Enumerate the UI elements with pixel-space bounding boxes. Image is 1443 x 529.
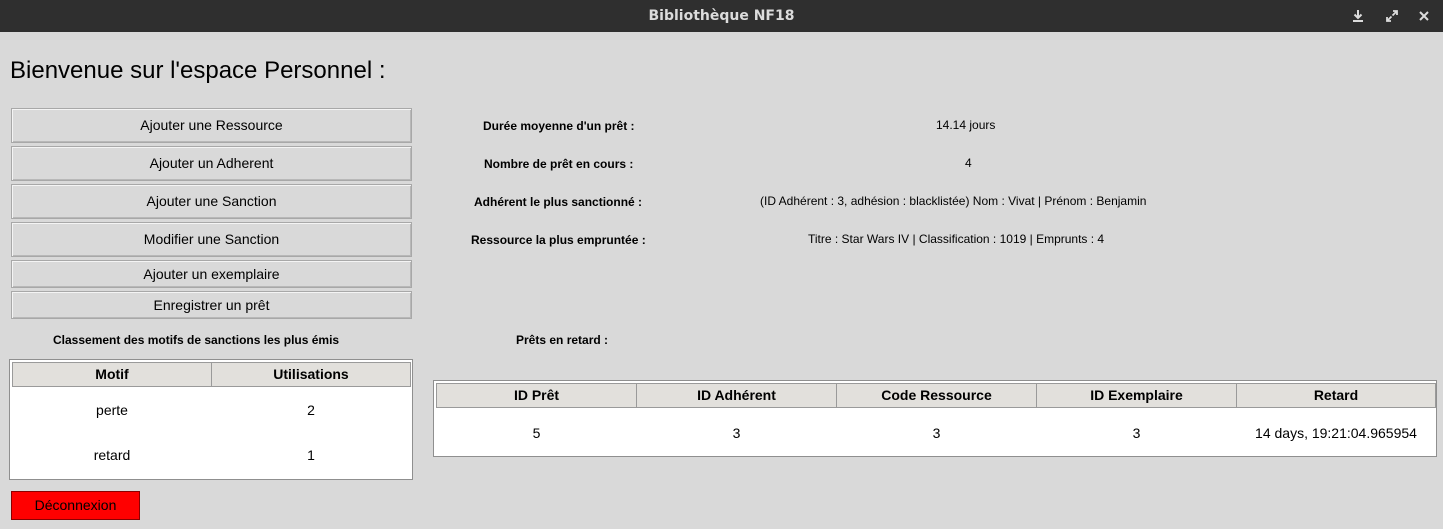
page-title: Bienvenue sur l'espace Personnel : (10, 57, 386, 84)
most-sanctioned-value: (ID Adhérent : 3, adhésion : blacklistée… (760, 194, 1147, 208)
table-cell-delay: 14 days, 19:21:04.965954 (1255, 425, 1417, 441)
table-cell-copy-id: 3 (1132, 425, 1141, 441)
avg-loan-value: 14.14 jours (936, 118, 996, 132)
window-title: Bibliothèque NF18 (648, 8, 795, 24)
window-titlebar: Bibliothèque NF18 (0, 0, 1443, 32)
add-member-button[interactable]: Ajouter un Adherent (11, 146, 412, 181)
late-loans-table: ID Prêt ID Adhérent Code Ressource ID Ex… (433, 380, 1437, 457)
column-header-delay[interactable]: Retard (1236, 383, 1436, 408)
column-header-motif[interactable]: Motif (12, 362, 212, 387)
download-icon[interactable] (1349, 7, 1367, 25)
table-cell-loan-id: 5 (532, 425, 541, 441)
table-cell-motif: retard (93, 447, 131, 463)
logout-button[interactable]: Déconnexion (11, 491, 140, 520)
column-header-resource-code[interactable]: Code Ressource (836, 383, 1037, 408)
column-header-member-id[interactable]: ID Adhérent (636, 383, 837, 408)
late-loans-title: Prêts en retard : (516, 333, 609, 347)
most-borrowed-label: Ressource la plus empruntée : (471, 233, 646, 247)
table-cell-resource-code: 3 (932, 425, 941, 441)
table-cell-utilisations: 1 (307, 447, 315, 463)
column-header-copy-id[interactable]: ID Exemplaire (1036, 383, 1237, 408)
table-cell-utilisations: 2 (307, 402, 315, 418)
edit-sanction-button[interactable]: Modifier une Sanction (11, 222, 412, 257)
add-sanction-button[interactable]: Ajouter une Sanction (11, 184, 412, 219)
ongoing-loans-value: 4 (965, 156, 972, 170)
column-header-loan-id[interactable]: ID Prêt (436, 383, 637, 408)
add-resource-button[interactable]: Ajouter une Ressource (11, 108, 412, 143)
table-cell-member-id: 3 (732, 425, 741, 441)
sanctions-ranking-title: Classement des motifs de sanctions les p… (53, 333, 340, 347)
register-loan-button[interactable]: Enregistrer un prêt (11, 291, 412, 319)
sanctions-ranking-table: Motif Utilisations perte 2 retard 1 (9, 359, 413, 480)
add-copy-button[interactable]: Ajouter un exemplaire (11, 260, 412, 288)
avg-loan-label: Durée moyenne d'un prêt : (483, 119, 635, 133)
maximize-icon[interactable] (1383, 7, 1401, 25)
table-cell-motif: perte (96, 402, 128, 418)
column-header-utilisations[interactable]: Utilisations (211, 362, 411, 387)
most-sanctioned-label: Adhérent le plus sanctionné : (474, 195, 643, 209)
ongoing-loans-label: Nombre de prêt en cours : (484, 157, 634, 171)
close-icon[interactable] (1415, 7, 1433, 25)
most-borrowed-value: Titre : Star Wars IV | Classification : … (808, 232, 1105, 246)
